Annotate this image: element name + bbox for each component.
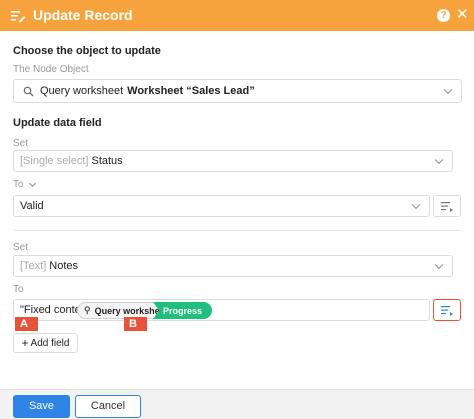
to-dropdown[interactable]: To	[13, 179, 36, 190]
close-icon[interactable]: ✕	[456, 6, 469, 24]
notes-value-input[interactable]: "Fixed content"	[13, 299, 430, 321]
edit-list-icon	[11, 11, 26, 23]
question-icon[interactable]: ?	[437, 9, 450, 22]
field-type: [Single select]	[20, 155, 89, 167]
annotation-marker-a: A	[15, 317, 38, 331]
to-label: To	[13, 179, 24, 190]
add-field-button[interactable]: + Add field	[13, 333, 78, 353]
annotation-marker-b: B	[124, 317, 147, 331]
progress-field-token[interactable]: Progress	[153, 302, 213, 319]
variable-list-icon	[441, 202, 453, 212]
field-name: Status	[91, 155, 123, 167]
object-select[interactable]: Query worksheet Worksheet “Sales Lead”	[13, 79, 462, 103]
chevron-down-icon	[411, 200, 421, 210]
add-field-label: Add field	[30, 337, 70, 349]
node-object-label: The Node Object	[13, 64, 89, 75]
chevron-down-icon	[443, 85, 453, 95]
save-button[interactable]: Save	[13, 395, 70, 418]
chevron-down-icon	[28, 179, 36, 187]
to-label-row: To	[13, 284, 24, 295]
set-label: Set	[13, 242, 29, 253]
field-name: Notes	[49, 260, 79, 272]
insert-variable-button[interactable]	[433, 195, 461, 217]
set-label: Set	[13, 138, 29, 149]
cancel-button[interactable]: Cancel	[75, 395, 141, 418]
search-icon: ⚲	[84, 305, 91, 315]
value-text: Valid	[20, 200, 44, 212]
insert-variable-button[interactable]	[433, 299, 461, 321]
chevron-down-icon	[434, 155, 444, 165]
to-label: To	[13, 284, 24, 295]
update-data-title: Update data field	[13, 117, 102, 129]
chevron-down-icon	[434, 260, 444, 270]
value-select-valid[interactable]: Valid	[13, 195, 430, 217]
object-select-worksheet: Worksheet “Sales Lead”	[127, 85, 255, 97]
dialog-title: Update Record	[33, 7, 133, 23]
progress-token-label: Progress	[163, 305, 203, 316]
field-select-notes[interactable]: [Text] Notes	[13, 255, 453, 277]
object-select-prefix: Query worksheet	[40, 85, 124, 97]
field-type: [Text]	[20, 260, 47, 272]
field-select-status[interactable]: [Single select] Status	[13, 150, 453, 172]
choose-object-title: Choose the object to update	[13, 45, 161, 57]
divider	[13, 230, 461, 231]
plus-icon: +	[21, 336, 29, 350]
variable-list-icon	[441, 306, 453, 316]
dialog-header: Update Record ? ✕	[0, 0, 474, 31]
dialog-footer	[0, 389, 474, 419]
search-icon	[23, 86, 34, 96]
